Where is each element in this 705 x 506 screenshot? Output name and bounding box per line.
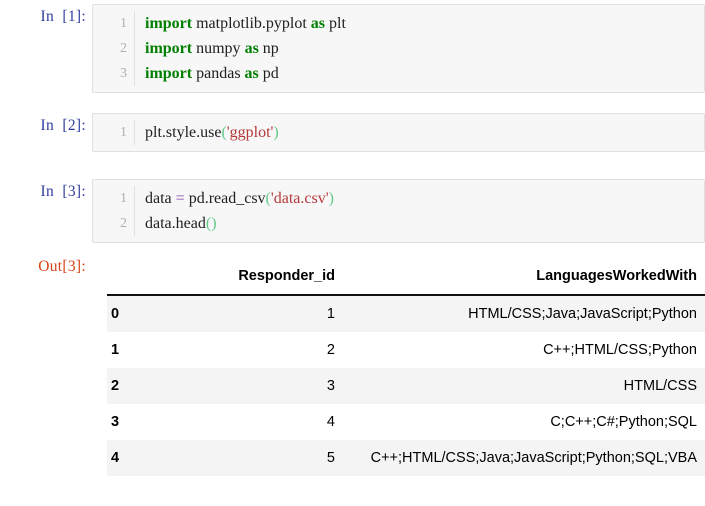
code-cell-3[interactable]: In [3]: 12 data = pd.read_csv('data.csv'… xyxy=(0,179,705,243)
column-header-responder-id: Responder_id xyxy=(157,262,343,296)
close-paren: ) xyxy=(273,124,279,141)
line-number-gutter-1: 1 2 3 xyxy=(93,11,135,86)
code-text-1[interactable]: import matplotlib.pyplot as plt import n… xyxy=(135,11,704,86)
column-header-languages: LanguagesWorkedWith xyxy=(343,262,705,296)
line-number: 3 xyxy=(120,66,127,81)
table-row: 1 2 C++;HTML/CSS;Python xyxy=(107,332,705,368)
row-index: 2 xyxy=(107,368,157,404)
code-input-area-1[interactable]: 1 2 3 import matplotlib.pyplot as plt impo… xyxy=(92,4,705,93)
cell-responder-id: 1 xyxy=(157,295,343,332)
module-name: pandas xyxy=(192,65,245,82)
dataframe-table: Responder_id LanguagesWorkedWith 0 1 HTM… xyxy=(107,262,705,476)
table-body: 0 1 HTML/CSS;Java;JavaScript;Python 1 2 … xyxy=(107,295,705,476)
table-row: 2 3 HTML/CSS xyxy=(107,368,705,404)
row-index: 3 xyxy=(107,404,157,440)
cell-responder-id: 4 xyxy=(157,404,343,440)
alias-name: pd xyxy=(258,65,279,82)
cell-responder-id: 5 xyxy=(157,440,343,476)
cell-languages: HTML/CSS xyxy=(343,368,705,404)
string-literal: 'data.csv' xyxy=(270,190,329,207)
function-call: pd.read_csv xyxy=(184,190,266,207)
input-prompt-1: In [1]: xyxy=(40,8,86,25)
line-number: 1 xyxy=(120,16,127,31)
module-name: numpy xyxy=(192,40,245,57)
method-call: data.head xyxy=(145,215,206,232)
empty-parens: () xyxy=(205,215,217,232)
cell-responder-id: 2 xyxy=(157,332,343,368)
alias-name: plt xyxy=(325,15,346,32)
index-column-header xyxy=(107,262,157,296)
variable-name: data xyxy=(145,190,176,207)
table-row: 3 4 C;C++;C#;Python;SQL xyxy=(107,404,705,440)
line-number: 2 xyxy=(120,216,127,231)
cell-responder-id: 3 xyxy=(157,368,343,404)
assignment-operator: = xyxy=(175,190,185,207)
line-number: 1 xyxy=(120,125,127,140)
line-number: 1 xyxy=(120,191,127,206)
line-number-gutter-2: 1 xyxy=(93,120,135,145)
close-paren: ) xyxy=(328,190,334,207)
line-number-gutter-3: 12 xyxy=(93,186,135,236)
row-index: 1 xyxy=(107,332,157,368)
cell-languages: C++;HTML/CSS;Java;JavaScript;Python;SQL;… xyxy=(343,440,705,476)
input-prompt-2: In [2]: xyxy=(40,117,86,134)
code-cell-2[interactable]: In [2]: 1 plt.style.use('ggplot') xyxy=(0,113,705,152)
keyword-import: import xyxy=(145,40,193,57)
table-row: 4 5 C++;HTML/CSS;Java;JavaScript;Python;… xyxy=(107,440,705,476)
code-text-3[interactable]: data = pd.read_csv('data.csv') data.head… xyxy=(135,186,704,236)
string-literal: 'ggplot' xyxy=(226,124,274,141)
input-prompt-3: In [3]: xyxy=(40,183,86,200)
dataframe-output: Responder_id LanguagesWorkedWith 0 1 HTM… xyxy=(107,262,705,476)
code-input-area-2[interactable]: 1 plt.style.use('ggplot') xyxy=(92,113,705,152)
line-number: 2 xyxy=(120,41,127,56)
keyword-as: as xyxy=(244,40,259,57)
header-row: Responder_id LanguagesWorkedWith xyxy=(107,262,705,296)
code-text-2[interactable]: plt.style.use('ggplot') xyxy=(135,120,704,145)
keyword-import: import xyxy=(145,65,193,82)
table-row: 0 1 HTML/CSS;Java;JavaScript;Python xyxy=(107,295,705,332)
keyword-as: as xyxy=(244,65,259,82)
cell-languages: HTML/CSS;Java;JavaScript;Python xyxy=(343,295,705,332)
row-index: 0 xyxy=(107,295,157,332)
alias-name: np xyxy=(258,40,279,57)
code-input-area-3[interactable]: 12 data = pd.read_csv('data.csv') data.h… xyxy=(92,179,705,243)
keyword-as: as xyxy=(310,15,326,32)
code-cell-1[interactable]: In [1]: 1 2 3 import matplotlib.pyplot as … xyxy=(0,4,705,93)
output-prompt: Out[3]: xyxy=(38,258,86,275)
module-name: matplotlib.pyplot xyxy=(192,15,311,32)
cell-languages: C;C++;C#;Python;SQL xyxy=(343,404,705,440)
table-header: Responder_id LanguagesWorkedWith xyxy=(107,262,705,296)
function-call: plt.style.use xyxy=(145,124,222,141)
notebook-container: In [1]: 123 import matplotlib.pyplot as … xyxy=(0,0,705,506)
cell-languages: C++;HTML/CSS;Python xyxy=(343,332,705,368)
keyword-import: import xyxy=(145,15,193,32)
row-index: 4 xyxy=(107,440,157,476)
